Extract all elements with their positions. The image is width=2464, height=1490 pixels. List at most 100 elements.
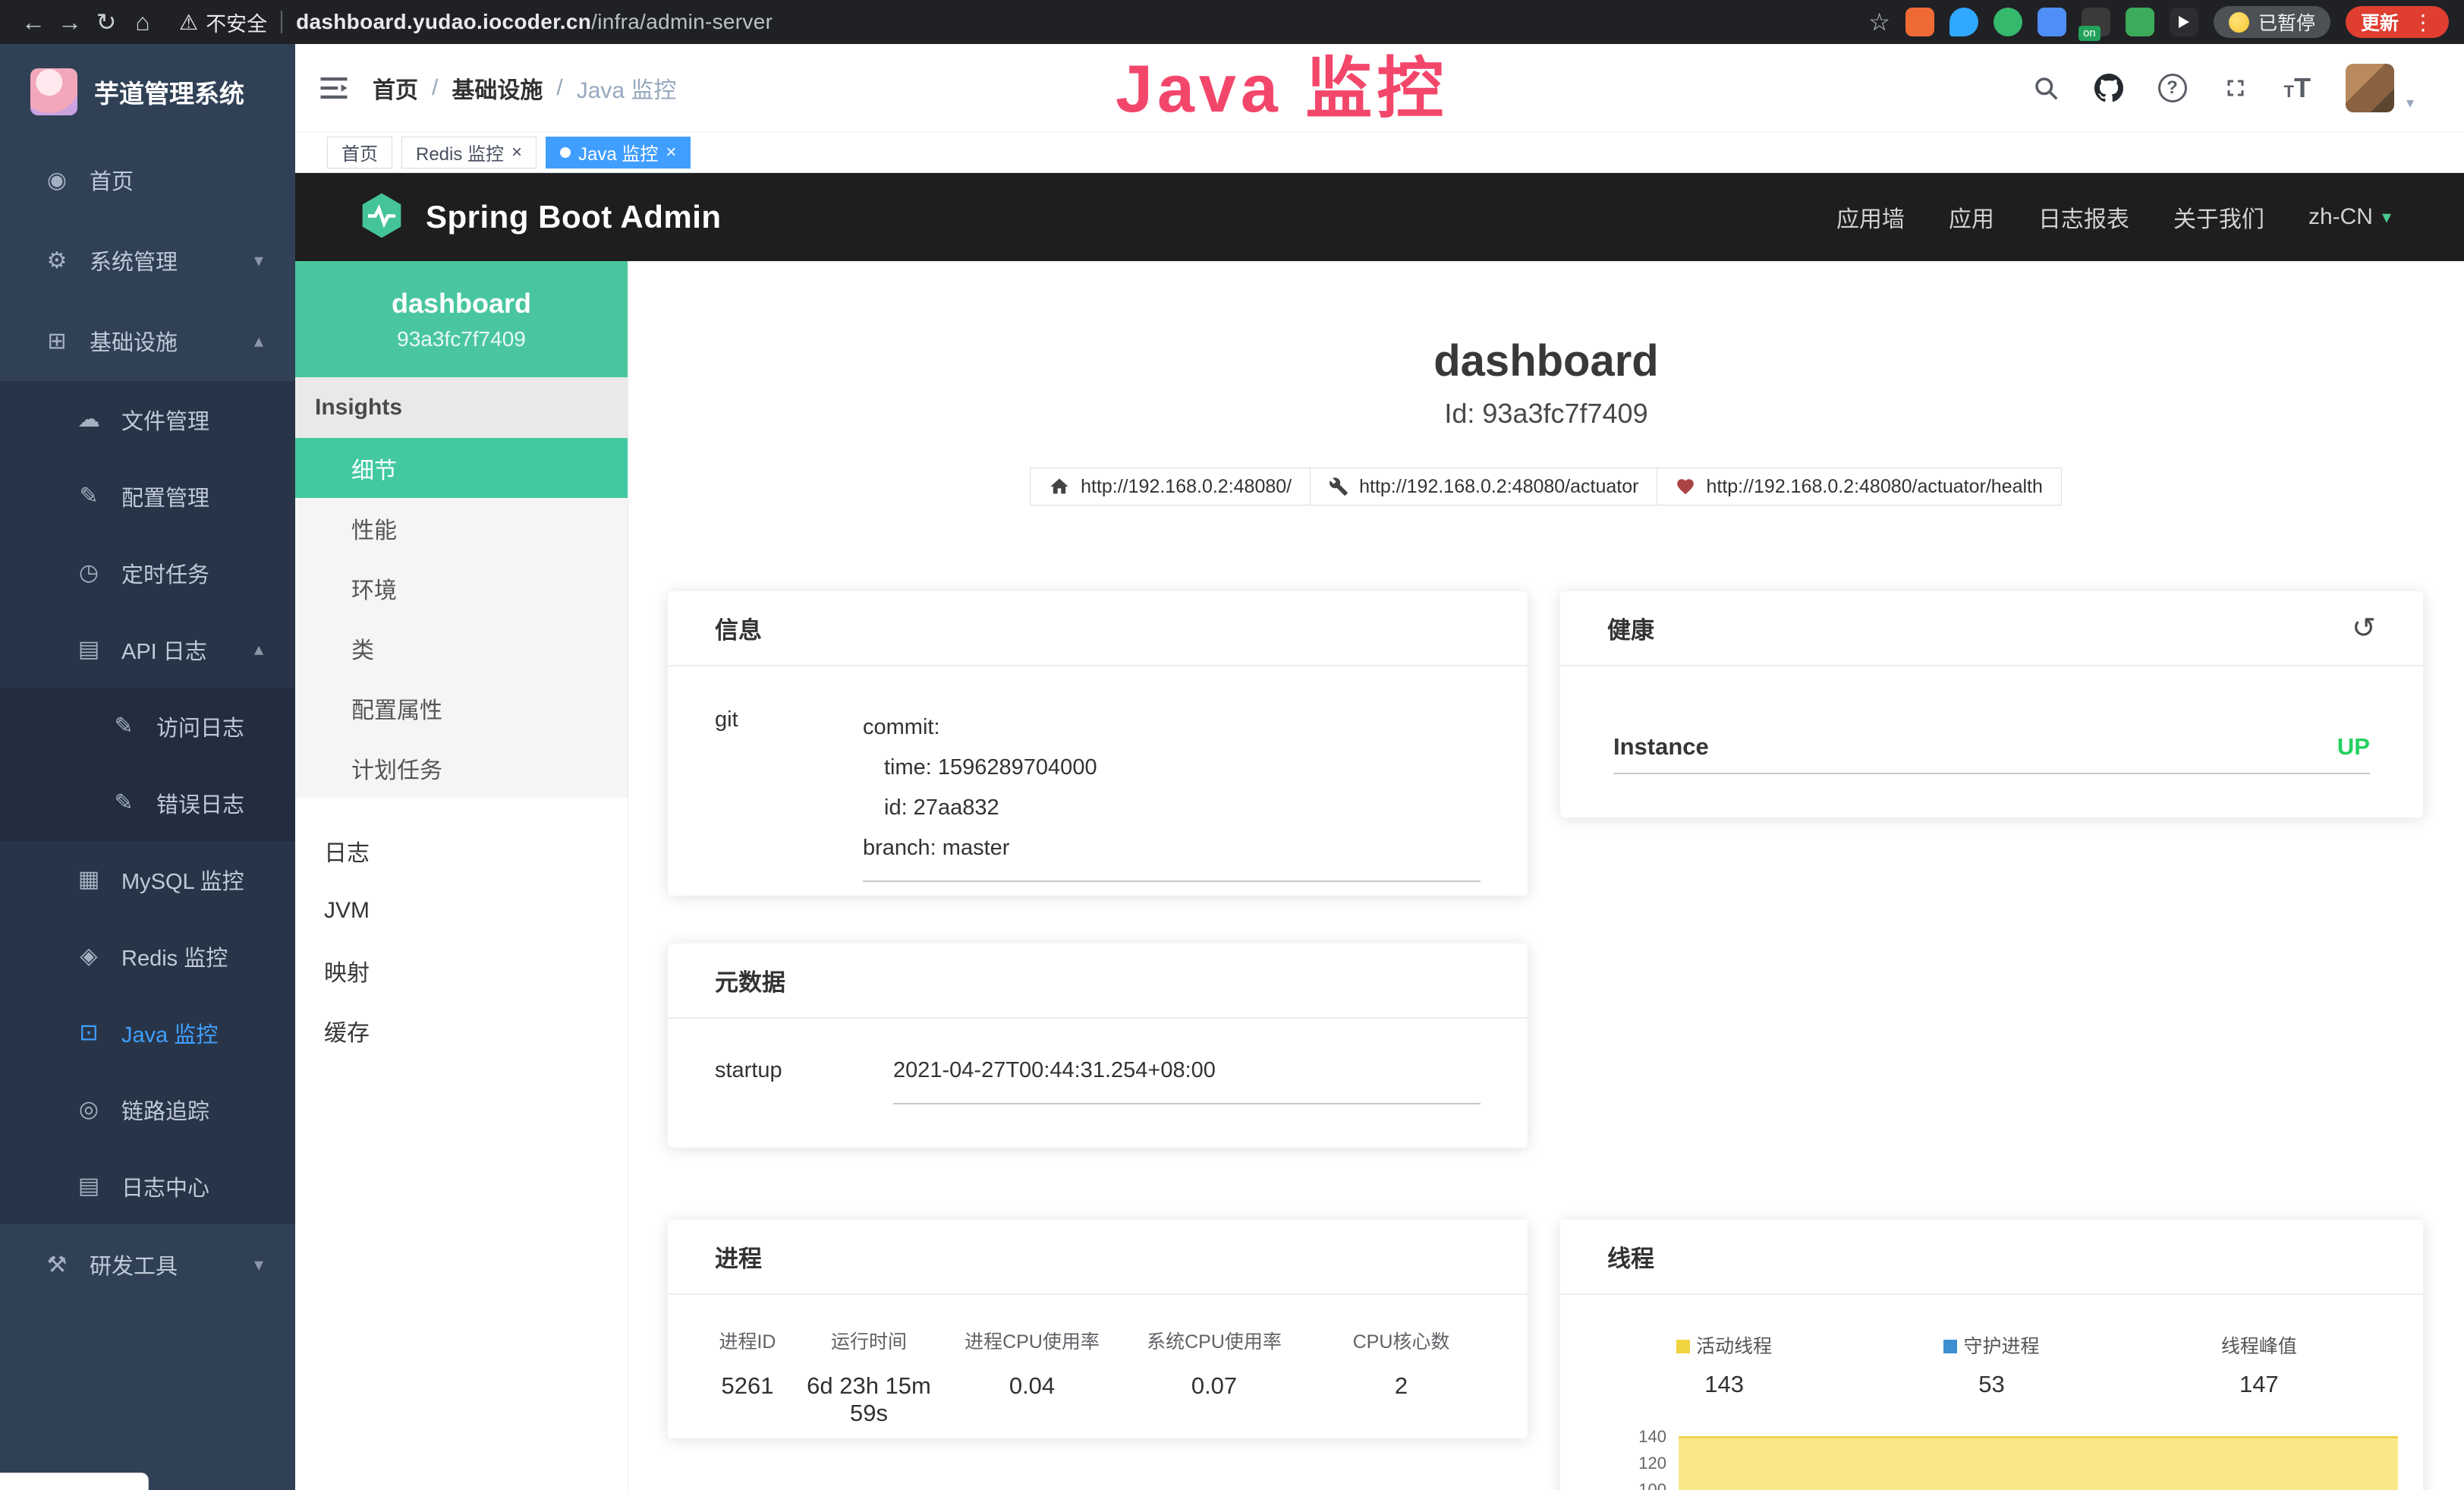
sidebar-item-error-logs[interactable]: ✎ 错误日志 — [0, 764, 295, 841]
extension-icon-blue-grid[interactable] — [2038, 8, 2066, 36]
reload-icon[interactable]: ↻ — [88, 4, 124, 40]
chrome-update-button[interactable]: 更新 ⋮ — [2346, 6, 2449, 38]
sba-brand-title[interactable]: Spring Boot Admin — [426, 199, 722, 235]
app-logo-title: 芋道管理系统 — [94, 74, 244, 110]
extension-icon-dark-play[interactable] — [2170, 8, 2198, 36]
sba-nav-wallboard[interactable]: 应用墙 — [1836, 200, 1905, 234]
legend-live-threads: 活动线程 — [1591, 1331, 1858, 1359]
sba-instance-id: 93a3fc7f7409 — [397, 327, 526, 351]
instance-url-link[interactable]: http://192.168.0.2:48080/ — [1030, 468, 1311, 506]
sba-item-metrics[interactable]: 性能 — [295, 498, 628, 558]
font-size-icon[interactable]: TT — [2284, 74, 2311, 102]
security-chip[interactable]: ⚠ 不安全 — [179, 8, 267, 37]
sba-item-scheduled-tasks[interactable]: 计划任务 — [295, 738, 628, 798]
sidebar-label: 系统管理 — [90, 244, 178, 276]
instance-id-line: Id: 93a3fc7f7409 — [628, 398, 2464, 430]
sidebar-item-file-management[interactable]: ☁ 文件管理 — [0, 381, 295, 458]
back-icon[interactable]: ← — [15, 4, 52, 40]
sba-item-classes[interactable]: 类 — [295, 618, 628, 678]
sidebar-item-log-center[interactable]: ▤ 日志中心 — [0, 1148, 295, 1224]
sba-nav-journal[interactable]: 日志报表 — [2038, 200, 2129, 234]
hamburger-icon[interactable] — [318, 72, 350, 104]
tab-redis-monitor[interactable]: Redis 监控 × — [401, 137, 537, 169]
health-url-link[interactable]: http://192.168.0.2:48080/actuator/health — [1657, 468, 2061, 506]
sba-item-logs[interactable]: 日志 — [295, 821, 628, 880]
tab-java-monitor[interactable]: Java 监控 × — [546, 137, 691, 169]
home-icon[interactable]: ⌂ — [124, 4, 161, 40]
sba-item-caches[interactable]: 缓存 — [295, 1000, 628, 1060]
sidebar-item-dev-tools[interactable]: ⚒ 研发工具 ▾ — [0, 1224, 295, 1305]
fullscreen-icon[interactable] — [2222, 74, 2249, 102]
tab-home[interactable]: 首页 — [327, 137, 392, 169]
active-tab-dot — [560, 147, 571, 158]
sba-logo-icon — [357, 191, 406, 244]
sidebar-gap — [295, 798, 628, 821]
sidebar-item-mysql-monitor[interactable]: ▦ MySQL 监控 — [0, 841, 295, 918]
sidebar-item-api-logs[interactable]: ▤ API 日志 ▴ — [0, 611, 295, 688]
sba-item-jvm[interactable]: JVM — [295, 880, 628, 940]
security-label: 不安全 — [206, 8, 267, 37]
bookmark-star-icon[interactable]: ☆ — [1868, 8, 1890, 36]
sidebar-label: 访问日志 — [156, 710, 244, 742]
card-title: 进程 — [715, 1240, 762, 1274]
close-icon[interactable]: × — [511, 142, 522, 163]
sidebar-item-infrastructure[interactable]: ⊞ 基础设施 ▴ — [0, 301, 295, 381]
sidebar-label: 首页 — [90, 164, 134, 196]
sidebar-label: Java 监控 — [121, 1017, 218, 1049]
actuator-url-link[interactable]: http://192.168.0.2:48080/actuator — [1310, 468, 1657, 506]
url-bar[interactable]: dashboard.yudao.iocoder.cn/infra/admin-s… — [296, 10, 773, 34]
gear-icon: ⚙ — [42, 247, 71, 274]
health-instance-row[interactable]: Instance UP — [1613, 733, 2370, 774]
sidebar-item-redis-monitor[interactable]: ◈ Redis 监控 — [0, 918, 295, 994]
health-instance-label: Instance — [1613, 733, 1709, 761]
breadcrumb-infrastructure[interactable]: 基础设施 — [452, 71, 543, 105]
history-icon[interactable]: ↺ — [2352, 611, 2376, 645]
sidebar-label: 定时任务 — [121, 557, 209, 589]
sidebar-item-java-monitor[interactable]: ⊡ Java 监控 — [0, 994, 295, 1071]
extension-icon-leaf[interactable] — [2126, 8, 2154, 36]
sba-item-environment[interactable]: 环境 — [295, 558, 628, 618]
wrench-icon — [1329, 477, 1348, 496]
search-icon[interactable] — [2032, 74, 2060, 102]
forward-icon[interactable]: → — [52, 4, 88, 40]
extension-icon-drop[interactable] — [1949, 8, 1978, 36]
extension-icon-green-circle[interactable] — [1994, 8, 2022, 36]
sba-section-insights: Insights — [295, 377, 628, 438]
sidebar-item-scheduled-tasks[interactable]: ◷ 定时任务 — [0, 534, 295, 611]
extension-icon-tampermonkey[interactable]: on — [2082, 8, 2110, 36]
val-uptime: 6d 23h 15m 59s — [797, 1372, 941, 1427]
sba-nav-applications[interactable]: 应用 — [1949, 200, 1994, 234]
sba-item-mappings[interactable]: 映射 — [295, 940, 628, 1000]
link-label: http://192.168.0.2:48080/actuator — [1359, 476, 1638, 498]
instance-links: http://192.168.0.2:48080/ http://192.168… — [628, 468, 2464, 506]
extension-icon-orange[interactable] — [1905, 8, 1934, 36]
sidebar-item-system-management[interactable]: ⚙ 系统管理 ▾ — [0, 220, 295, 301]
col-cpu-cores: CPU核心数 — [1305, 1327, 1497, 1354]
legend-label: 线程峰值 — [2221, 1336, 2297, 1357]
dashboard-icon: ◉ — [42, 167, 71, 194]
sidebar-item-config-management[interactable]: ✎ 配置管理 — [0, 458, 295, 534]
health-status-badge: UP — [2337, 733, 2370, 761]
sba-nav-about[interactable]: 关于我们 — [2173, 200, 2264, 234]
user-avatar[interactable] — [2346, 64, 2394, 112]
emoji-face-icon — [2229, 12, 2249, 33]
sba-item-details[interactable]: 细节 — [295, 438, 628, 498]
profile-paused-badge[interactable]: 已暂停 — [2214, 6, 2330, 38]
sba-item-config-props[interactable]: 配置属性 — [295, 678, 628, 738]
health-card: 健康 ↺ Instance UP — [1560, 591, 2423, 817]
sidebar-item-access-logs[interactable]: ✎ 访问日志 — [0, 688, 295, 764]
help-icon[interactable]: ? — [2158, 74, 2187, 102]
sidebar-item-home[interactable]: ◉ 首页 — [0, 140, 295, 220]
breadcrumb-home[interactable]: 首页 — [373, 71, 418, 105]
val-peak-threads: 147 — [2126, 1371, 2393, 1398]
trace-icon: ◎ — [74, 1096, 103, 1123]
sidebar-item-tracing[interactable]: ◎ 链路追踪 — [0, 1071, 295, 1148]
sba-language-select[interactable]: zh-CN ▾ — [2308, 204, 2391, 230]
warning-triangle-icon: ⚠ — [179, 10, 198, 35]
browser-menu-icon[interactable]: ⋮ — [2412, 10, 2434, 35]
github-icon[interactable] — [2094, 74, 2123, 102]
sba-instance-header[interactable]: dashboard 93a3fc7f7409 — [295, 261, 628, 377]
monitor-icon: ⊡ — [74, 1019, 103, 1046]
close-icon[interactable]: × — [666, 142, 676, 163]
app-logo: 芋道管理系统 — [0, 44, 295, 140]
